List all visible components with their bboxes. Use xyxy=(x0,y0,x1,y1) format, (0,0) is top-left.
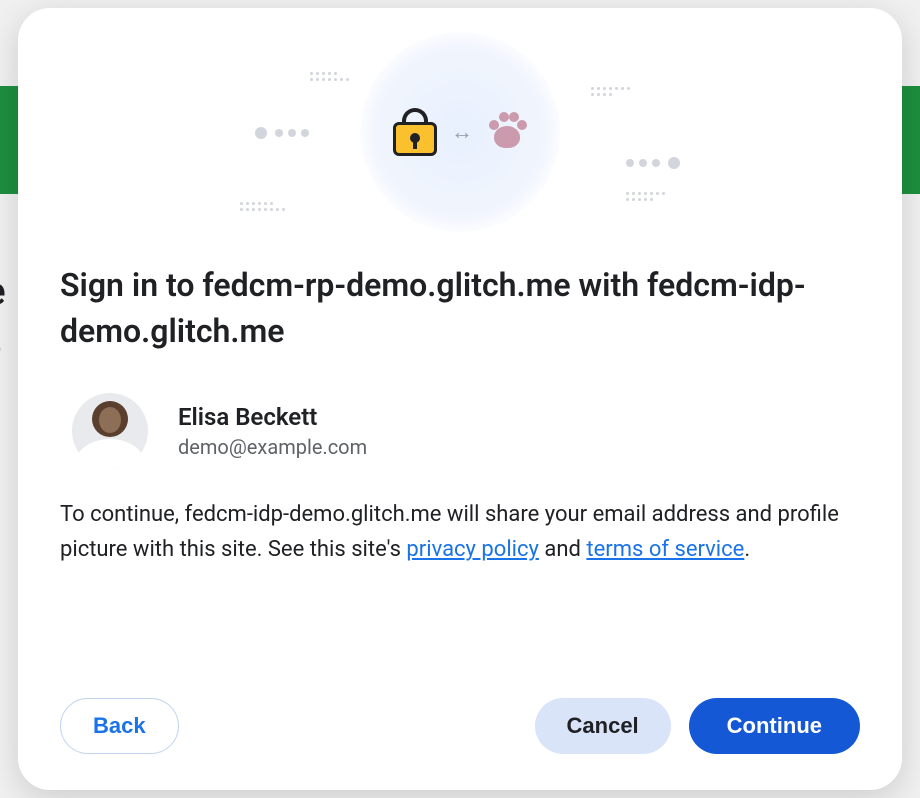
account-name: Elisa Beckett xyxy=(178,403,367,431)
avatar xyxy=(72,393,148,469)
terms-of-service-link[interactable]: terms of service xyxy=(586,537,744,562)
back-button[interactable]: Back xyxy=(60,698,179,754)
privacy-policy-link[interactable]: privacy policy xyxy=(406,537,539,562)
dialog-decoration: ↔ xyxy=(60,32,860,232)
button-row: Back Cancel Continue xyxy=(60,678,860,754)
account-email: demo@example.com xyxy=(178,435,367,459)
paw-icon xyxy=(487,112,527,152)
consent-suffix: . xyxy=(744,537,750,562)
continue-button[interactable]: Continue xyxy=(689,698,860,754)
consent-text: To continue, fedcm-idp-demo.glitch.me wi… xyxy=(60,497,860,568)
lock-icon xyxy=(393,108,437,156)
consent-between: and xyxy=(539,537,586,562)
cancel-button[interactable]: Cancel xyxy=(535,698,671,754)
background-text: o xyxy=(0,325,2,369)
account-row: Elisa Beckett demo@example.com xyxy=(60,393,860,469)
bidirectional-arrow-icon: ↔ xyxy=(451,119,473,145)
dialog-title: Sign in to fedcm-rp-demo.glitch.me with … xyxy=(60,262,860,355)
signin-dialog: ↔ Sign in to fedcm-rp-demo.glitch.me wit… xyxy=(18,8,902,790)
background-text: 'e xyxy=(0,270,6,314)
